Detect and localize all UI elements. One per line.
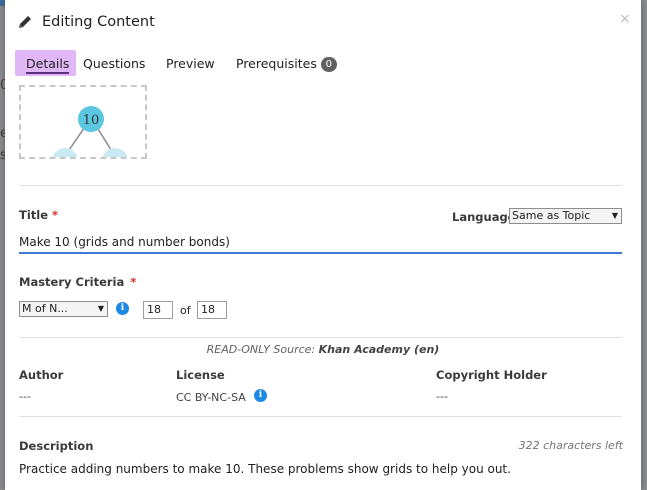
license-value: CC BY-NC-SA bbox=[176, 391, 246, 404]
divider bbox=[19, 416, 622, 417]
content-thumbnail[interactable]: 10 bbox=[19, 85, 147, 159]
mastery-type-value: M of N... bbox=[22, 302, 68, 315]
copyright-holder-label: Copyright Holder bbox=[436, 368, 547, 382]
mastery-type-select[interactable]: M of N... ▼ bbox=[19, 301, 108, 317]
license-label: License bbox=[176, 368, 225, 382]
thumbnail-node-label: 10 bbox=[83, 113, 100, 128]
tab-label: Details bbox=[26, 56, 70, 74]
language-label: Language bbox=[452, 210, 516, 224]
title-input[interactable]: Make 10 (grids and number bonds) bbox=[19, 232, 622, 254]
description-char-count: 322 characters left bbox=[518, 439, 623, 452]
close-button[interactable]: × bbox=[619, 11, 631, 27]
read-only-source: READ-ONLY Source: Khan Academy (en) bbox=[5, 343, 641, 356]
tab-label: Questions bbox=[83, 56, 146, 71]
mastery-of-text: of bbox=[180, 304, 191, 317]
mastery-criteria-label: Mastery Criteria * bbox=[19, 275, 136, 289]
tab-prerequisites[interactable]: Prerequisites 0 bbox=[236, 50, 337, 76]
author-value: --- bbox=[19, 390, 31, 403]
tab-label: Preview bbox=[166, 56, 215, 71]
prerequisites-count-badge: 0 bbox=[320, 57, 337, 72]
pencil-icon bbox=[19, 16, 31, 28]
title-label-text: Title bbox=[19, 208, 49, 222]
description-input[interactable]: Practice adding numbers to make 10. Thes… bbox=[19, 462, 511, 476]
divider bbox=[19, 337, 622, 338]
language-select[interactable]: Same as Topic ▼ bbox=[509, 208, 622, 224]
required-marker: * bbox=[52, 208, 59, 222]
description-label: Description bbox=[19, 439, 94, 453]
author-label: Author bbox=[19, 368, 64, 382]
dropdown-arrow-icon: ▼ bbox=[97, 304, 104, 313]
divider bbox=[19, 185, 622, 186]
modal-title: Editing Content bbox=[42, 14, 155, 30]
copyright-holder-value: --- bbox=[436, 390, 448, 403]
number-bond-image: 10 bbox=[52, 106, 128, 157]
source-prefix: READ-ONLY Source: bbox=[206, 343, 316, 356]
language-select-value: Same as Topic bbox=[512, 209, 591, 222]
tab-preview[interactable]: Preview bbox=[166, 50, 215, 76]
tab-label: Prerequisites bbox=[236, 56, 317, 71]
dropdown-arrow-icon: ▼ bbox=[611, 211, 618, 220]
title-label: Title * bbox=[19, 208, 58, 222]
source-name: Khan Academy (en) bbox=[318, 343, 440, 356]
mastery-n-input[interactable]: 18 bbox=[197, 301, 227, 319]
mastery-label-text: Mastery Criteria bbox=[19, 275, 125, 289]
license-info-icon[interactable]: i bbox=[254, 389, 267, 402]
editing-content-modal: Editing Content × Details Questions Prev… bbox=[5, 0, 641, 490]
tab-questions[interactable]: Questions bbox=[83, 50, 145, 76]
tab-details[interactable]: Details bbox=[15, 50, 76, 76]
required-marker: * bbox=[130, 275, 137, 289]
modal-header: Editing Content × bbox=[5, 0, 641, 44]
mastery-m-input[interactable]: 18 bbox=[143, 301, 173, 319]
mastery-info-icon[interactable]: i bbox=[116, 302, 129, 315]
